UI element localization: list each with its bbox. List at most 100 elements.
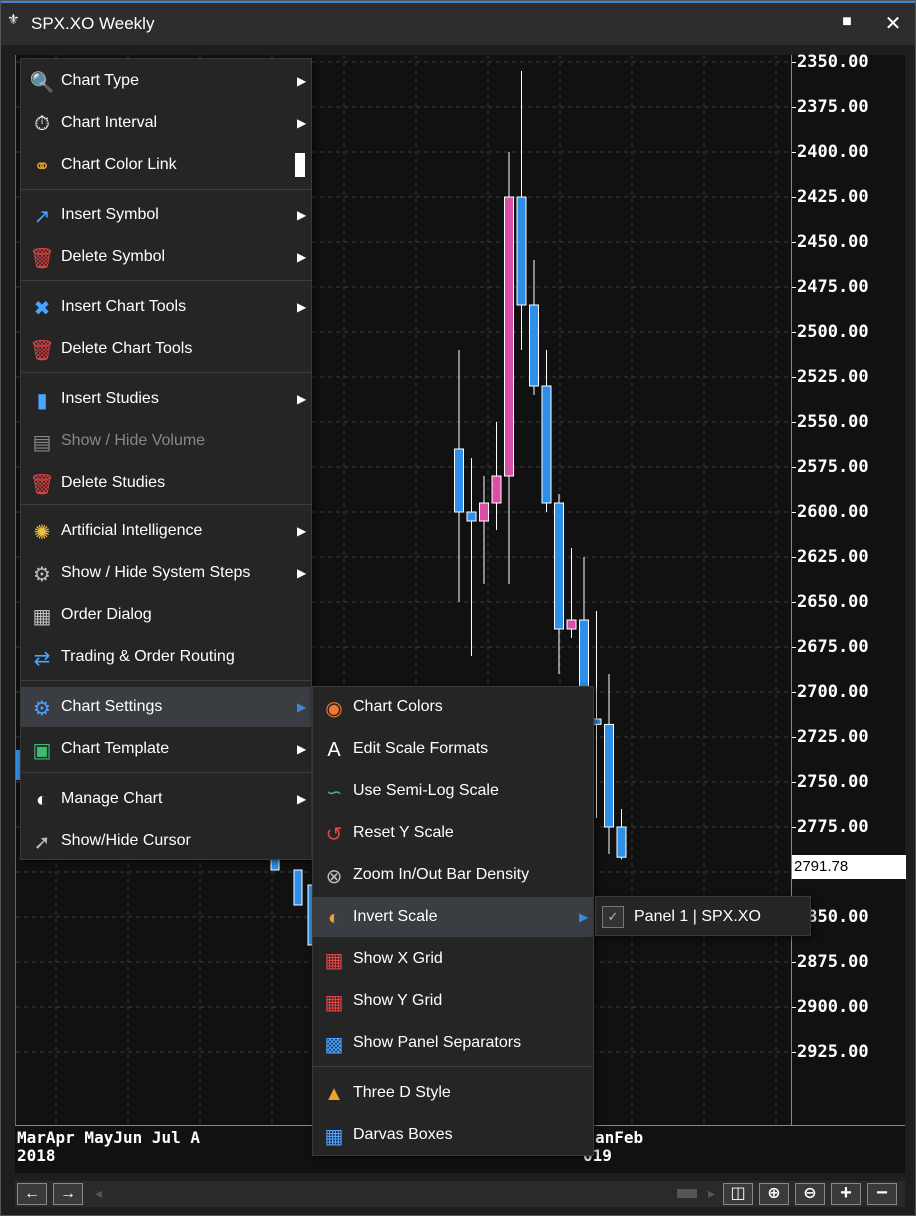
chart-type-label: Chart Type <box>61 72 139 89</box>
chart-settings-submenu: ◉ Chart Colors A Edit Scale Formats ∽ Use Sem… <box>312 686 594 1156</box>
bar-spacing-icon[interactable]: ◫ <box>723 1183 753 1205</box>
submenu-arrow-icon: ▶ <box>297 566 307 580</box>
chart-settings-label: Chart Settings <box>61 698 163 715</box>
menu-item-insert-chart-tools[interactable]: ✖ Insert Chart Tools ▶ <box>21 287 311 327</box>
checkbox-icon[interactable]: ✓ <box>602 906 624 928</box>
trash-icon: 🗑 <box>29 339 55 362</box>
scroll-right-arrow-icon[interactable]: ▸ <box>708 1185 715 1202</box>
menu-item-insert-symbol[interactable]: ↗ Insert Symbol ▶ <box>21 195 311 235</box>
menu-item-trading-order-routing[interactable]: ⇄ Trading & Order Routing <box>21 637 311 677</box>
menu-item-darvas-boxes[interactable]: ▦ Darvas Boxes <box>313 1115 593 1155</box>
menu-item-show-y-grid[interactable]: ▦ Show Y Grid <box>313 981 593 1021</box>
brain-icon: ✺ <box>33 521 51 544</box>
submenu-arrow-icon: ▶ <box>579 910 589 924</box>
candle-body <box>566 619 577 630</box>
submenu-arrow-icon: ▶ <box>297 116 307 130</box>
bar-chart-icon: ▮ <box>36 389 48 412</box>
y-tick-label: 2650.00 <box>792 592 869 612</box>
close-icon[interactable]: ✕ <box>881 11 905 35</box>
candle-body <box>454 448 464 513</box>
submenu-arrow-icon: ▶ <box>297 392 307 406</box>
candle-body <box>554 502 564 630</box>
scroll-left-button[interactable]: ← <box>17 1183 47 1205</box>
color-wheel-icon: ◉ <box>325 697 343 720</box>
chart-color-link-label: Chart Color Link <box>61 156 177 173</box>
y-tick-label: 2550.00 <box>792 412 869 432</box>
menu-separator <box>21 372 311 373</box>
menu-item-edit-scale-formats[interactable]: A Edit Scale Formats <box>313 729 593 769</box>
invert-scale-submenu: ✓ Panel 1 | SPX.XO <box>595 896 811 936</box>
scroll-right-button[interactable]: → <box>53 1183 83 1205</box>
plus-icon[interactable]: + <box>831 1183 861 1205</box>
color-link-toggle[interactable] <box>295 153 305 177</box>
y-grid-icon: ▦ <box>324 991 344 1014</box>
menu-item-chart-colors[interactable]: ◉ Chart Colors <box>313 687 593 727</box>
submenu-arrow-icon: ▶ <box>297 208 307 222</box>
y-axis[interactable]: 2350.00 2375.00 2400.00 2425.00 2450.00 2475.… <box>791 52 906 1125</box>
y-tick-label: 2425.00 <box>792 187 869 207</box>
menu-item-manage-chart[interactable]: ◐ Manage Chart ▶ <box>21 779 311 819</box>
reset-y-scale-label: Reset Y Scale <box>353 824 454 841</box>
menu-item-chart-template[interactable]: ▣ Chart Template ▶ <box>21 729 311 769</box>
candle-body <box>516 196 527 306</box>
menu-item-chart-interval[interactable]: ⏱ Chart Interval ▶ <box>21 103 311 143</box>
maximize-icon[interactable]: ■ <box>837 13 857 33</box>
y-tick-label: 2400.00 <box>792 142 869 162</box>
zoom-density-icon: ⊗ <box>325 865 343 888</box>
artificial-intelligence-label: Artificial Intelligence <box>61 522 203 539</box>
three-d-style-label: Three D Style <box>353 1084 451 1101</box>
menu-item-delete-studies[interactable]: 🗑 Delete Studies <box>21 463 311 503</box>
menu-item-chart-color-link[interactable]: ⚭ Chart Color Link <box>21 145 311 185</box>
y-tick-label: 2925.00 <box>792 1042 869 1062</box>
panel-1-item[interactable]: ✓ Panel 1 | SPX.XO <box>596 897 812 937</box>
submenu-arrow-icon: ▶ <box>297 250 307 264</box>
title-bar[interactable]: ⚜ SPX.XO Weekly ■ ✕ <box>1 1 915 45</box>
minus-icon[interactable]: − <box>867 1183 897 1205</box>
y-tick-label: 2525.00 <box>792 367 869 387</box>
horizontal-scrollbar[interactable]: ◂ ▸ <box>95 1185 715 1203</box>
candle-body <box>604 723 614 828</box>
candle-body <box>466 511 477 522</box>
menu-item-order-dialog[interactable]: ▦ Order Dialog <box>21 595 311 635</box>
menu-item-delete-symbol[interactable]: 🗑 Delete Symbol ▶ <box>21 237 311 277</box>
menu-item-chart-type[interactable]: 🔍 Chart Type ▶ <box>21 61 311 101</box>
y-tick-label: 2675.00 <box>792 637 869 657</box>
candle-body <box>541 385 552 504</box>
menu-item-invert-scale[interactable]: ◐ Invert Scale ▶ <box>313 897 593 937</box>
reset-icon: ↺ <box>325 823 343 846</box>
scroll-thumb[interactable] <box>677 1189 697 1198</box>
menu-item-three-d-style[interactable]: ▲ Three D Style <box>313 1073 593 1113</box>
x-tick-year-left: 2018 <box>17 1146 56 1165</box>
trading-order-routing-label: Trading & Order Routing <box>61 648 235 665</box>
y-tick-label: 2700.00 <box>792 682 869 702</box>
chart-template-label: Chart Template <box>61 740 170 757</box>
menu-item-chart-settings[interactable]: ⚙ Chart Settings ▶ <box>21 687 311 727</box>
invert-scale-label: Invert Scale <box>353 908 438 925</box>
tools-icon: ✖ <box>33 297 51 320</box>
menu-item-show-hide-cursor[interactable]: ➚ Show/Hide Cursor <box>21 821 311 861</box>
menu-item-delete-chart-tools[interactable]: 🗑 Delete Chart Tools <box>21 329 311 369</box>
zoom-in-icon[interactable]: ⊕ <box>759 1183 789 1205</box>
menu-item-show-panel-separators[interactable]: ▩ Show Panel Separators <box>313 1023 593 1063</box>
menu-item-insert-studies[interactable]: ▮ Insert Studies ▶ <box>21 379 311 419</box>
delete-chart-tools-label: Delete Chart Tools <box>61 340 193 357</box>
y-tick-label: 2575.00 <box>792 457 869 477</box>
cursor-icon: ➚ <box>33 831 51 854</box>
scroll-left-arrow-icon[interactable]: ◂ <box>95 1185 102 1202</box>
darvas-icon: ▦ <box>324 1125 344 1148</box>
menu-item-artificial-intelligence[interactable]: ✺ Artificial Intelligence ▶ <box>21 511 311 551</box>
y-tick-label: 2500.00 <box>792 322 869 342</box>
candle-body <box>529 304 539 387</box>
menu-item-show-hide-system-steps[interactable]: ⚙ Show / Hide System Steps ▶ <box>21 553 311 593</box>
menu-item-reset-y-scale[interactable]: ↺ Reset Y Scale <box>313 813 593 853</box>
panel-separator-icon: ▩ <box>324 1033 344 1056</box>
zoom-out-icon[interactable]: ⊖ <box>795 1183 825 1205</box>
app-logo-icon: ⚜ <box>7 11 20 27</box>
window-title: SPX.XO Weekly <box>31 14 155 33</box>
candle-body <box>491 475 502 504</box>
menu-item-show-hide-volume[interactable]: ▤ Show / Hide Volume <box>21 421 311 461</box>
x-grid-icon: ▦ <box>324 949 344 972</box>
menu-item-zoom-bar-density[interactable]: ⊗ Zoom In/Out Bar Density <box>313 855 593 895</box>
menu-item-show-x-grid[interactable]: ▦ Show X Grid <box>313 939 593 979</box>
menu-item-use-semi-log-scale[interactable]: ∽ Use Semi-Log Scale <box>313 771 593 811</box>
